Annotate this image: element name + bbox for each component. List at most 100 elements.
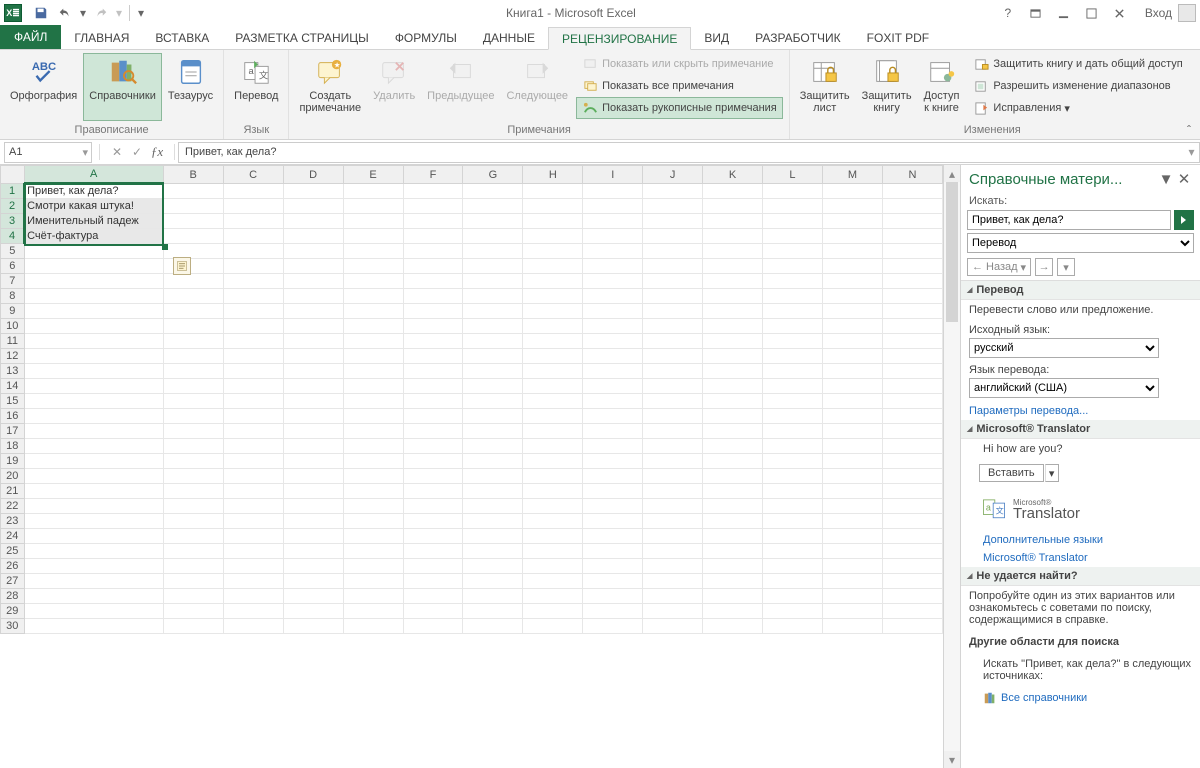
customize-qat-button[interactable]: ▾ <box>135 2 147 24</box>
cell[interactable] <box>643 514 703 529</box>
back-button[interactable]: ←Назад▾ <box>967 258 1031 276</box>
column-header[interactable]: I <box>583 166 643 184</box>
cell[interactable] <box>763 589 823 604</box>
cell[interactable] <box>703 424 763 439</box>
cell[interactable] <box>763 349 823 364</box>
cell[interactable] <box>763 364 823 379</box>
show-ink-button[interactable]: Показать рукописные примечания <box>576 97 783 119</box>
cell[interactable] <box>343 499 403 514</box>
cell[interactable] <box>223 334 283 349</box>
cell[interactable] <box>403 379 463 394</box>
cell[interactable] <box>703 184 763 199</box>
row-header[interactable]: 5 <box>1 244 25 259</box>
cell[interactable] <box>882 409 942 424</box>
cell[interactable] <box>403 454 463 469</box>
cell[interactable] <box>463 574 523 589</box>
help-button[interactable]: ? <box>995 2 1021 24</box>
cell[interactable] <box>523 289 583 304</box>
cell[interactable] <box>24 619 163 634</box>
cell[interactable] <box>463 484 523 499</box>
cell[interactable] <box>882 394 942 409</box>
cell[interactable] <box>643 334 703 349</box>
cell[interactable] <box>703 394 763 409</box>
cell[interactable] <box>24 544 163 559</box>
cell[interactable] <box>882 274 942 289</box>
cell[interactable] <box>822 334 882 349</box>
undo-button[interactable] <box>54 2 76 24</box>
cell[interactable] <box>763 604 823 619</box>
cell[interactable] <box>163 439 223 454</box>
cell[interactable] <box>163 529 223 544</box>
cell[interactable] <box>24 499 163 514</box>
cell[interactable] <box>583 484 643 499</box>
cell[interactable] <box>822 274 882 289</box>
undo-dropdown[interactable]: ▾ <box>78 2 88 24</box>
cell[interactable] <box>882 559 942 574</box>
cell[interactable] <box>463 499 523 514</box>
cell[interactable] <box>822 304 882 319</box>
cell[interactable] <box>523 619 583 634</box>
cell[interactable] <box>283 574 343 589</box>
cell[interactable] <box>703 364 763 379</box>
cell[interactable] <box>523 319 583 334</box>
more-languages-link[interactable]: Дополнительные языки <box>961 531 1200 549</box>
cell[interactable] <box>163 454 223 469</box>
cell[interactable] <box>703 619 763 634</box>
select-all-button[interactable] <box>1 166 25 184</box>
row-header[interactable]: 12 <box>1 349 25 364</box>
cell[interactable] <box>24 394 163 409</box>
cell[interactable] <box>343 544 403 559</box>
show-hide-comment-button[interactable]: Показать или скрыть примечание <box>576 53 783 75</box>
cell[interactable] <box>283 619 343 634</box>
cell[interactable] <box>763 289 823 304</box>
cell[interactable] <box>163 589 223 604</box>
thesaurus-button[interactable]: Тезаурус <box>162 53 219 121</box>
cell[interactable] <box>703 304 763 319</box>
row-header[interactable]: 17 <box>1 424 25 439</box>
cell[interactable] <box>822 424 882 439</box>
cell[interactable] <box>24 274 163 289</box>
cell[interactable] <box>24 364 163 379</box>
cell[interactable] <box>223 259 283 274</box>
cell[interactable] <box>283 394 343 409</box>
cell[interactable] <box>763 274 823 289</box>
cell[interactable] <box>763 559 823 574</box>
cell[interactable] <box>643 409 703 424</box>
cell[interactable] <box>583 379 643 394</box>
cell[interactable] <box>283 259 343 274</box>
cell[interactable]: Именительный падеж <box>24 214 163 229</box>
tab-foxit[interactable]: FOXIT PDF <box>854 26 942 49</box>
formula-input[interactable]: Привет, как дела? <box>178 142 1184 163</box>
delete-comment-button[interactable]: Удалить <box>367 53 421 121</box>
cell[interactable] <box>643 199 703 214</box>
cell[interactable] <box>523 244 583 259</box>
cell[interactable] <box>583 439 643 454</box>
cell[interactable] <box>163 484 223 499</box>
cell[interactable] <box>523 559 583 574</box>
cell[interactable] <box>163 349 223 364</box>
cell[interactable] <box>283 559 343 574</box>
cell[interactable] <box>223 544 283 559</box>
cell[interactable] <box>822 289 882 304</box>
column-header[interactable]: A <box>24 166 163 184</box>
cell[interactable] <box>403 514 463 529</box>
cell[interactable] <box>343 229 403 244</box>
cell[interactable] <box>523 379 583 394</box>
cell[interactable] <box>643 559 703 574</box>
cell[interactable] <box>703 514 763 529</box>
row-header[interactable]: 2 <box>1 199 25 214</box>
cell[interactable] <box>223 244 283 259</box>
cell[interactable] <box>463 379 523 394</box>
cell[interactable] <box>24 514 163 529</box>
cell[interactable] <box>583 499 643 514</box>
cell[interactable] <box>403 439 463 454</box>
cell[interactable] <box>523 409 583 424</box>
cell[interactable] <box>163 619 223 634</box>
cell[interactable] <box>583 199 643 214</box>
cell[interactable] <box>583 304 643 319</box>
cell[interactable] <box>24 469 163 484</box>
cell[interactable] <box>763 199 823 214</box>
cell[interactable] <box>763 394 823 409</box>
cell[interactable] <box>643 274 703 289</box>
cell[interactable] <box>403 484 463 499</box>
